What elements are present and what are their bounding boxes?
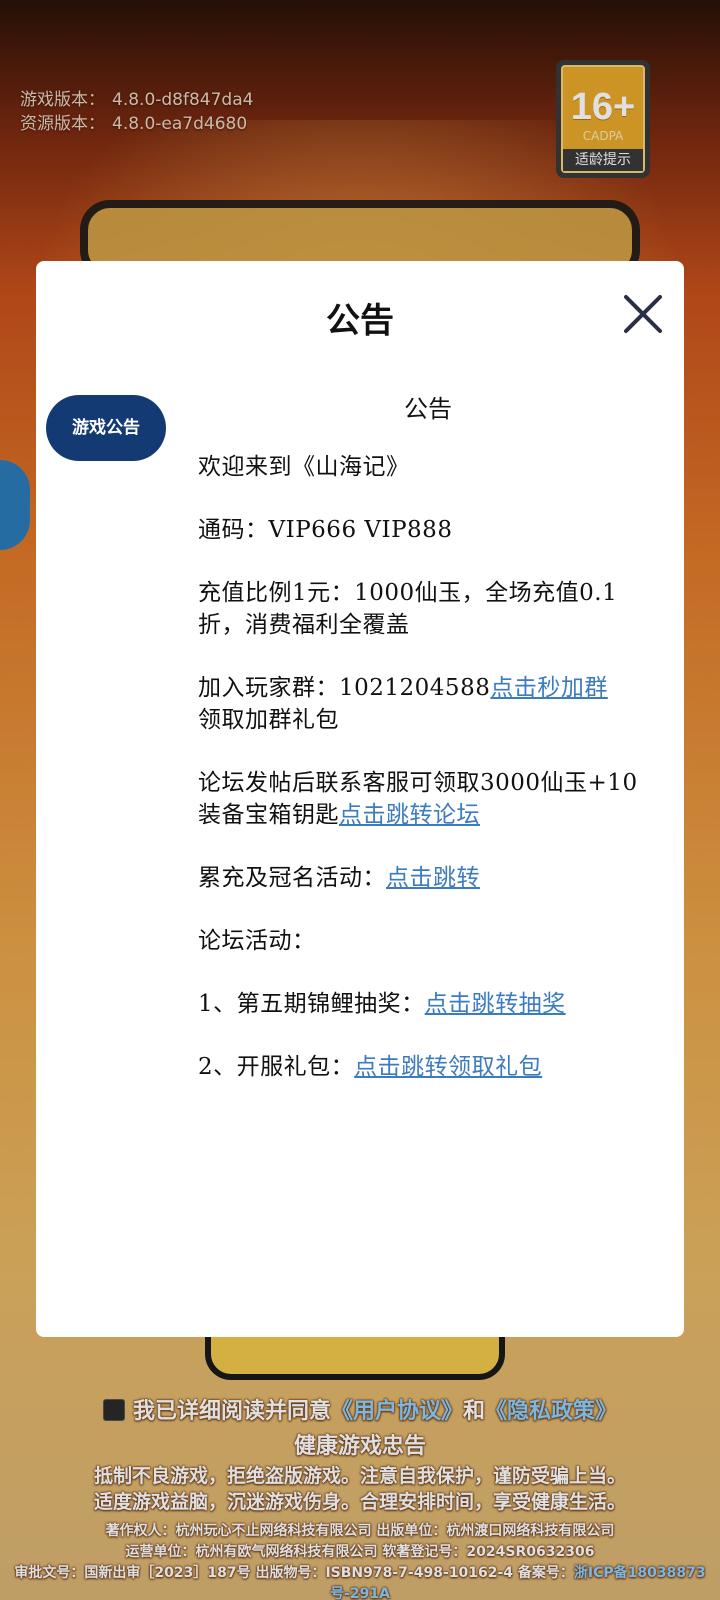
announcement-content: 公告 欢迎来到《山海记》 通码：VIP666 VIP888 充值比例1元：100… (198, 391, 658, 1114)
gift-pack-link[interactable]: 点击跳转领取礼包 (354, 1054, 542, 1080)
forum-link[interactable]: 点击跳转论坛 (339, 802, 480, 828)
content-title: 公告 (404, 395, 452, 423)
close-icon (624, 295, 662, 333)
group-tail-text: 领取加群礼包 (198, 707, 339, 733)
codes-text: 通码：VIP666 VIP888 (198, 517, 453, 543)
recharge-text: 充值比例1元：1000仙玉，全场充值0.1折，消费福利全覆盖 (198, 580, 618, 638)
activity-link[interactable]: 点击跳转 (386, 865, 480, 891)
forum-paragraph: 论坛发帖后联系客服可领取3000仙玉+10装备宝箱钥匙点击跳转论坛 (198, 767, 658, 831)
list-item: 1、第五期锦鲤抽奖：点击跳转抽奖 (198, 988, 658, 1020)
group-paragraph: 加入玩家群：1021204588点击秒加群领取加群礼包 (198, 672, 658, 736)
group-text: 加入玩家群：1021204588 (198, 675, 491, 701)
join-group-link[interactable]: 点击秒加群 (490, 675, 608, 701)
modal-title: 公告 (326, 301, 394, 341)
activity-text: 累充及冠名活动： (198, 865, 386, 891)
close-button[interactable] (620, 291, 666, 337)
item2-text: 2、开服礼包： (198, 1054, 355, 1080)
welcome-text: 欢迎来到《山海记》 (198, 454, 410, 480)
tab-game-announcement[interactable]: 游戏公告 (46, 395, 166, 461)
announcement-modal: 公告 游戏公告 公告 欢迎来到《山海记》 通码：VIP666 VIP888 充值… (36, 261, 684, 1337)
list-item: 2、开服礼包：点击跳转领取礼包 (198, 1051, 658, 1083)
lottery-link[interactable]: 点击跳转抽奖 (425, 991, 566, 1017)
activity-paragraph: 累充及冠名活动：点击跳转 (198, 862, 658, 894)
forum-activity-heading: 论坛活动： (198, 928, 316, 954)
item1-text: 1、第五期锦鲤抽奖： (198, 991, 425, 1017)
